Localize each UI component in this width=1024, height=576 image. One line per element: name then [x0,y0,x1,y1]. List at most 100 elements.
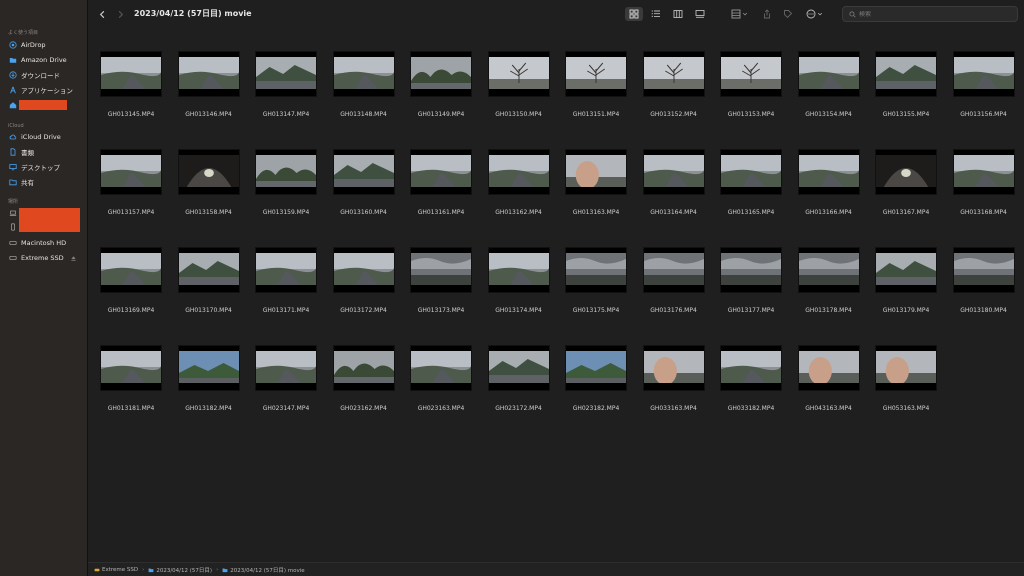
file-item[interactable]: GH013164.MP4 [640,149,708,219]
sidebar-item-label: Macintosh HD [21,239,67,247]
path-separator: › [216,566,219,573]
view-icons-button[interactable] [625,7,643,21]
file-item[interactable]: GH013158.MP4 [175,149,243,219]
file-item[interactable]: GH013165.MP4 [717,149,785,219]
file-item[interactable]: GH013178.MP4 [795,247,863,317]
sidebar-item-icloud-drive[interactable]: iCloud Drive [8,131,61,143]
sidebar-item-shared[interactable]: 共有 [8,176,34,188]
file-item[interactable]: GH023182.MP4 [562,345,630,415]
file-name: GH013146.MP4 [185,111,232,118]
file-item[interactable]: GH013166.MP4 [795,149,863,219]
file-item[interactable]: GH013180.MP4 [950,247,1018,317]
file-item[interactable]: GH033163.MP4 [640,345,708,415]
file-item[interactable]: GH043163.MP4 [795,345,863,415]
file-item[interactable]: GH013151.MP4 [562,51,630,121]
search-input[interactable] [859,10,1009,18]
file-item[interactable]: GH013173.MP4 [407,247,475,317]
search-field[interactable] [842,6,1018,22]
file-item[interactable]: GH013181.MP4 [97,345,165,415]
path-crumb[interactable]: Extreme SSD [94,567,138,573]
file-item[interactable]: GH013177.MP4 [717,247,785,317]
video-thumbnail [177,345,240,391]
sidebar-item-label: アプリケーション [21,87,73,95]
sidebar-item-label: Amazon Drive [21,56,67,64]
file-item[interactable]: GH033182.MP4 [717,345,785,415]
sidebar: よく使う項目 AirDrop Amazon Drive ダウンロード アプリケー… [0,0,88,576]
file-item[interactable]: GH013145.MP4 [97,51,165,121]
file-item[interactable]: GH013154.MP4 [795,51,863,121]
file-item[interactable]: GH013167.MP4 [872,149,940,219]
sidebar-item-extreme-ssd[interactable]: Extreme SSD [8,252,77,264]
file-item[interactable]: GH013149.MP4 [407,51,475,121]
file-item[interactable]: GH013146.MP4 [175,51,243,121]
file-item[interactable]: GH013162.MP4 [485,149,553,219]
file-item[interactable]: GH013152.MP4 [640,51,708,121]
video-thumbnail [177,247,240,293]
file-item[interactable]: GH013147.MP4 [252,51,320,121]
file-item[interactable]: GH013150.MP4 [485,51,553,121]
file-item[interactable]: GH053163.MP4 [872,345,940,415]
sidebar-item-applications[interactable]: アプリケーション [8,84,73,96]
group-by-button[interactable] [728,7,750,21]
share-button[interactable] [760,7,774,21]
file-name: GH013158.MP4 [185,209,232,216]
file-item[interactable]: GH013174.MP4 [485,247,553,317]
file-item[interactable]: GH023147.MP4 [252,345,320,415]
video-thumbnail [410,247,472,293]
file-item[interactable]: GH013153.MP4 [717,51,785,121]
file-item[interactable]: GH013169.MP4 [97,247,165,317]
file-item[interactable]: GH013168.MP4 [950,149,1018,219]
video-thumbnail [100,345,162,391]
file-item[interactable]: GH013175.MP4 [562,247,630,317]
file-name: GH013181.MP4 [107,405,155,412]
more-actions-button[interactable] [803,7,825,21]
view-list-button[interactable] [648,7,664,21]
file-item[interactable]: GH013148.MP4 [330,51,398,121]
view-columns-button[interactable] [670,7,686,21]
sidebar-item-downloads[interactable]: ダウンロード [8,69,60,81]
file-item[interactable]: GH013171.MP4 [252,247,320,317]
view-gallery-button[interactable] [692,7,708,21]
sidebar-item-documents[interactable]: 書類 [8,146,34,158]
sidebar-item-airdrop[interactable]: AirDrop [8,39,46,51]
file-item[interactable]: GH023162.MP4 [330,345,398,415]
video-thumbnail [720,345,782,391]
document-icon [8,148,17,157]
list-icon [651,10,660,17]
file-item[interactable]: GH013176.MP4 [640,247,708,317]
sidebar-item-label: ダウンロード [21,72,60,80]
file-item[interactable]: GH013163.MP4 [562,149,630,219]
file-item[interactable]: GH013179.MP4 [872,247,940,317]
tag-button[interactable] [781,7,795,21]
video-thumbnail [875,51,937,97]
file-item[interactable]: GH013170.MP4 [175,247,243,317]
file-name: GH013150.MP4 [495,111,542,118]
video-thumbnail [255,247,317,293]
sidebar-item-macintosh-hd[interactable]: Macintosh HD [8,237,66,249]
path-crumb[interactable]: 2023/04/12 (57日目) [148,566,212,574]
file-item[interactable]: GH013156.MP4 [950,51,1018,121]
back-button[interactable] [96,7,108,21]
video-thumbnail [177,149,240,195]
forward-button[interactable] [114,7,126,21]
video-thumbnail [332,345,395,391]
file-item[interactable]: GH013159.MP4 [252,149,320,219]
sidebar-item-amazon-drive[interactable]: Amazon Drive [8,54,67,66]
path-crumb[interactable]: 2023/04/12 (57日目) movie [222,566,305,574]
file-item[interactable]: GH013157.MP4 [97,149,165,219]
file-item[interactable]: GH013161.MP4 [407,149,475,219]
search-icon [849,10,856,18]
eject-icon[interactable] [70,255,77,262]
file-item[interactable]: GH023163.MP4 [407,345,475,415]
file-item[interactable]: GH013172.MP4 [330,247,398,317]
file-item[interactable]: GH013160.MP4 [330,149,398,219]
file-name: GH013180.MP4 [960,307,1007,314]
drive-icon [94,568,100,571]
video-thumbnail [565,345,627,391]
sidebar-item-desktop[interactable]: デスクトップ [8,161,60,173]
file-item[interactable]: GH013155.MP4 [872,51,940,121]
file-item[interactable]: GH023172.MP4 [485,345,553,415]
file-name: GH013175.MP4 [572,307,620,314]
video-thumbnail [332,149,395,195]
file-item[interactable]: GH013182.MP4 [175,345,243,415]
